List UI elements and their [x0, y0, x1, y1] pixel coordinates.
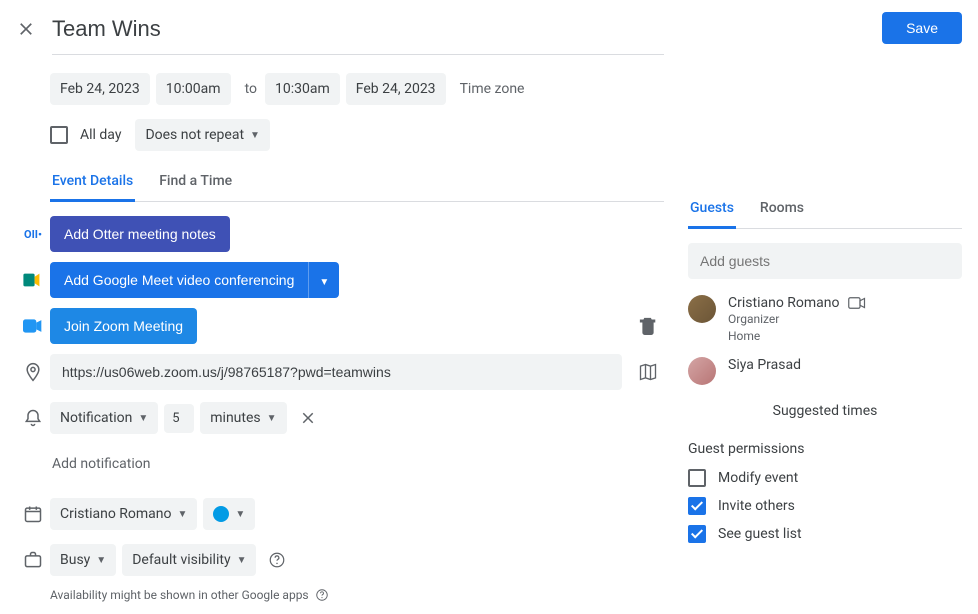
see-guest-list-checkbox[interactable]: [688, 525, 706, 543]
location-url-input[interactable]: [50, 354, 622, 390]
avatar: [688, 357, 716, 385]
modify-event-label: Modify event: [718, 470, 798, 486]
guest-name: Siya Prasad: [728, 357, 801, 373]
all-day-label: All day: [80, 127, 121, 143]
calendar-icon: [23, 504, 43, 524]
see-guest-list-label: See guest list: [718, 526, 802, 542]
add-google-meet-button[interactable]: Add Google Meet video conferencing: [50, 262, 308, 298]
tab-event-details[interactable]: Event Details: [50, 163, 135, 202]
tab-rooms[interactable]: Rooms: [758, 190, 806, 228]
help-icon[interactable]: [262, 545, 292, 575]
guest-row[interactable]: Siya Prasad: [688, 357, 962, 385]
invite-others-checkbox[interactable]: [688, 497, 706, 515]
remove-notification-icon[interactable]: [293, 403, 323, 433]
calendar-color-dropdown[interactable]: ▼: [203, 498, 255, 530]
guest-row[interactable]: Cristiano Romano Organizer Home: [688, 295, 962, 345]
add-guests-input[interactable]: [688, 243, 962, 279]
add-notification-button[interactable]: Add notification: [52, 456, 151, 472]
location-icon: [23, 362, 43, 382]
end-time[interactable]: 10:30am: [265, 73, 340, 105]
start-date[interactable]: Feb 24, 2023: [50, 73, 150, 105]
timezone-button[interactable]: Time zone: [460, 81, 525, 97]
avatar: [688, 295, 716, 323]
notification-type-dropdown[interactable]: Notification▼: [50, 402, 158, 434]
notification-unit-dropdown[interactable]: minutes▼: [200, 402, 286, 434]
suggested-times-button[interactable]: Suggested times: [688, 403, 962, 419]
guest-name: Cristiano Romano: [728, 295, 840, 311]
save-button[interactable]: Save: [882, 12, 962, 44]
google-meet-dropdown[interactable]: ▼: [308, 262, 339, 298]
visibility-dropdown[interactable]: Default visibility▼: [122, 544, 256, 576]
invite-others-label: Invite others: [718, 498, 795, 514]
notification-icon: [23, 408, 43, 428]
modify-event-checkbox[interactable]: [688, 469, 706, 487]
all-day-checkbox[interactable]: [50, 126, 68, 144]
availability-dropdown[interactable]: Busy▼: [50, 544, 116, 576]
color-dot: [213, 506, 229, 522]
close-icon[interactable]: [16, 19, 40, 39]
permissions-title: Guest permissions: [688, 441, 962, 457]
map-icon[interactable]: [632, 356, 664, 388]
google-meet-icon: [23, 272, 43, 288]
event-title-input[interactable]: [52, 12, 664, 46]
help-icon-small[interactable]: [315, 588, 329, 602]
availability-note: Availability might be shown in other Goo…: [50, 588, 309, 602]
tab-find-time[interactable]: Find a Time: [157, 163, 234, 201]
add-otter-notes-button[interactable]: Add Otter meeting notes: [50, 216, 230, 252]
guest-role: Organizer: [728, 311, 962, 328]
notification-value[interactable]: 5: [164, 404, 194, 433]
calendar-owner-dropdown[interactable]: Cristiano Romano▼: [50, 498, 197, 530]
tab-guests[interactable]: Guests: [688, 190, 736, 229]
guest-home: Home: [728, 328, 962, 345]
start-time[interactable]: 10:00am: [156, 73, 231, 105]
delete-icon[interactable]: [632, 310, 664, 342]
repeat-dropdown[interactable]: Does not repeat▼: [135, 119, 270, 151]
join-zoom-button[interactable]: Join Zoom Meeting: [50, 308, 197, 344]
zoom-icon: [23, 319, 43, 333]
otter-icon: OII•: [24, 228, 42, 241]
briefcase-icon: [23, 550, 43, 570]
to-label: to: [245, 81, 257, 97]
camera-icon: [848, 296, 866, 310]
end-date[interactable]: Feb 24, 2023: [346, 73, 446, 105]
